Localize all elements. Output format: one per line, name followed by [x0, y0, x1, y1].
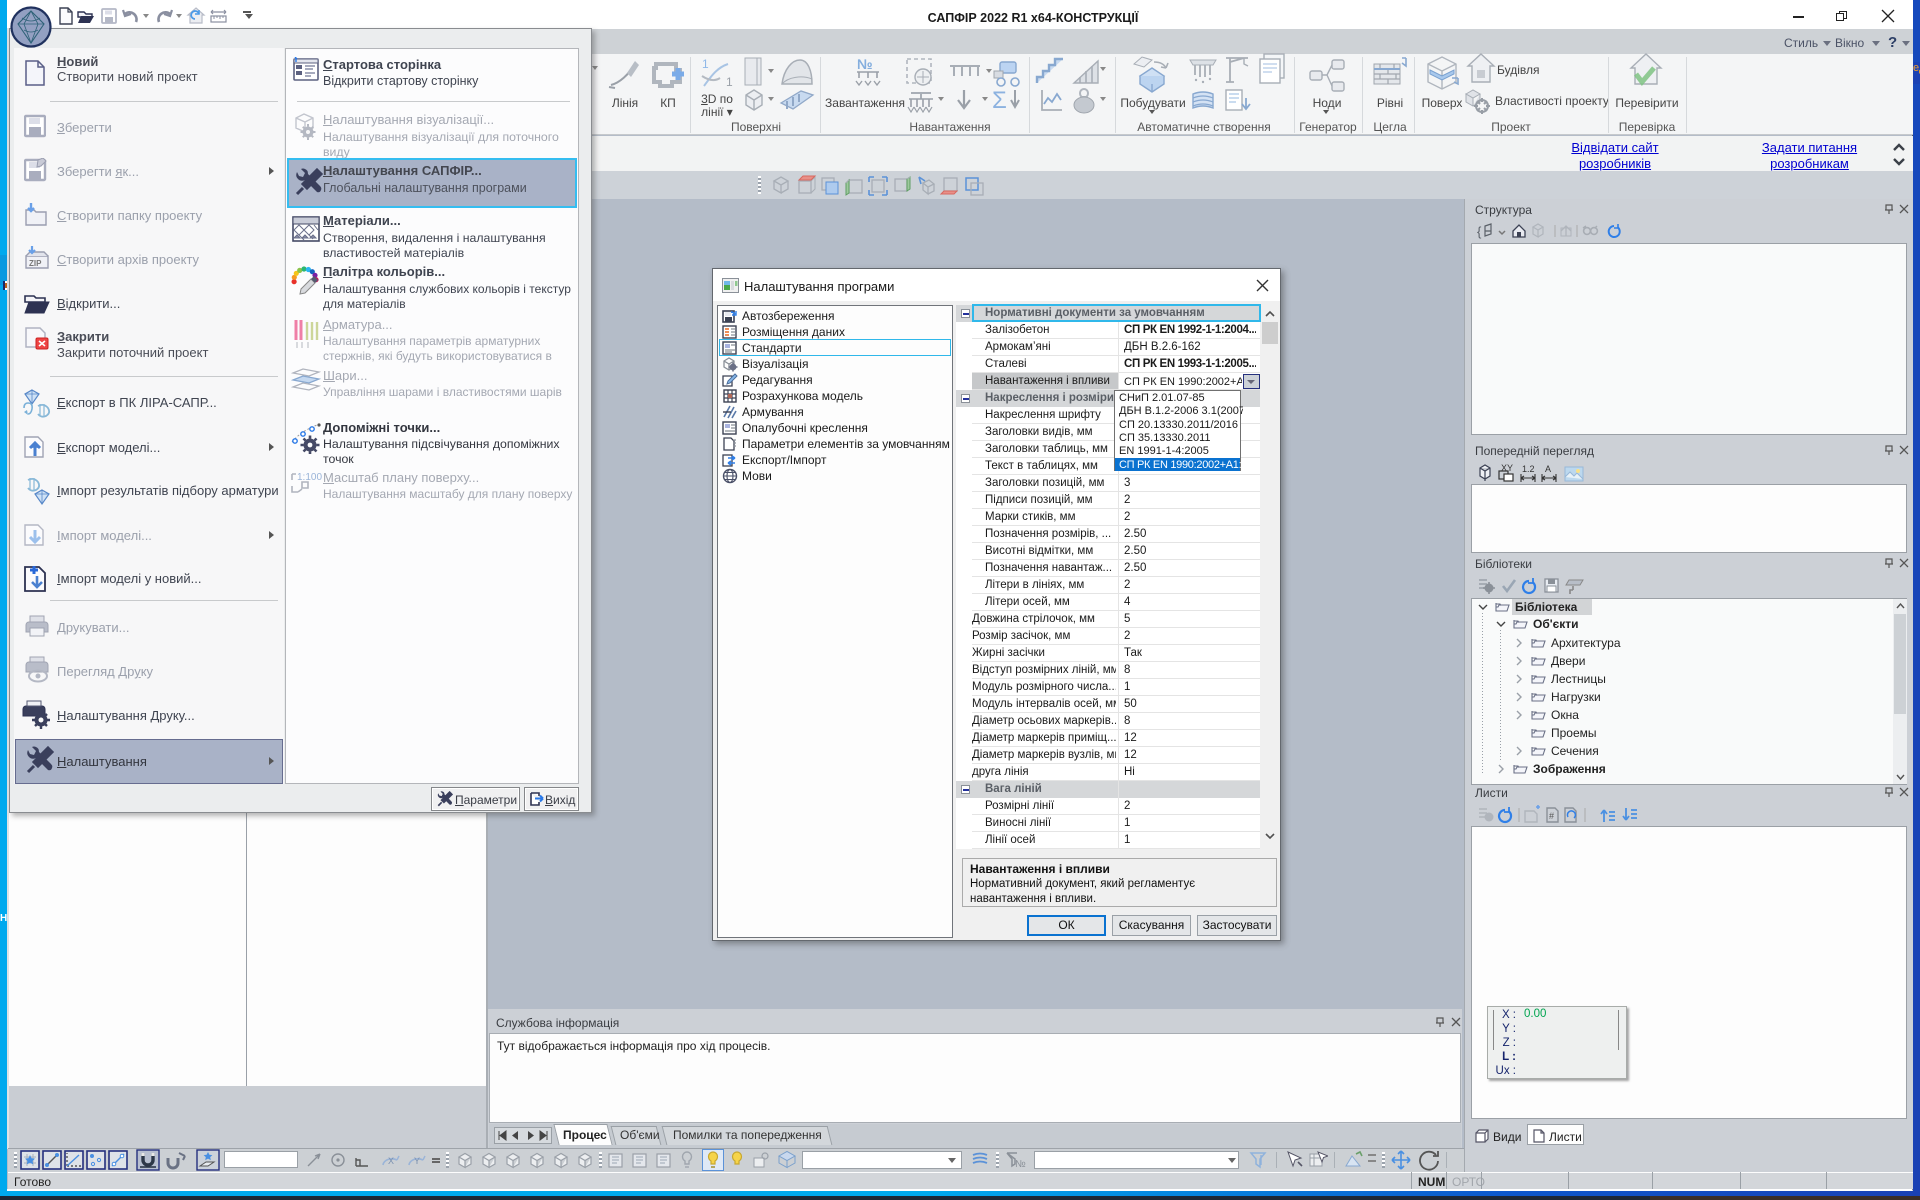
svg-text:№: №: [1015, 1159, 1026, 1170]
svg-text:1.2: 1.2: [1522, 464, 1535, 474]
svg-text:ZIP: ZIP: [29, 259, 42, 268]
svg-text:Σ: Σ: [992, 87, 1007, 114]
svg-text:№: №: [857, 56, 873, 72]
svg-text:1: 1: [726, 75, 733, 89]
svg-text:1: 1: [702, 57, 709, 71]
svg-text:X: X: [388, 1156, 394, 1166]
svg-text:1:100: 1:100: [297, 472, 322, 483]
svg-text:Y: Y: [414, 1156, 420, 1166]
svg-text:{: {: [1477, 224, 1482, 239]
svg-text:#: #: [1549, 811, 1554, 821]
svg-text:A: A: [1545, 464, 1551, 474]
